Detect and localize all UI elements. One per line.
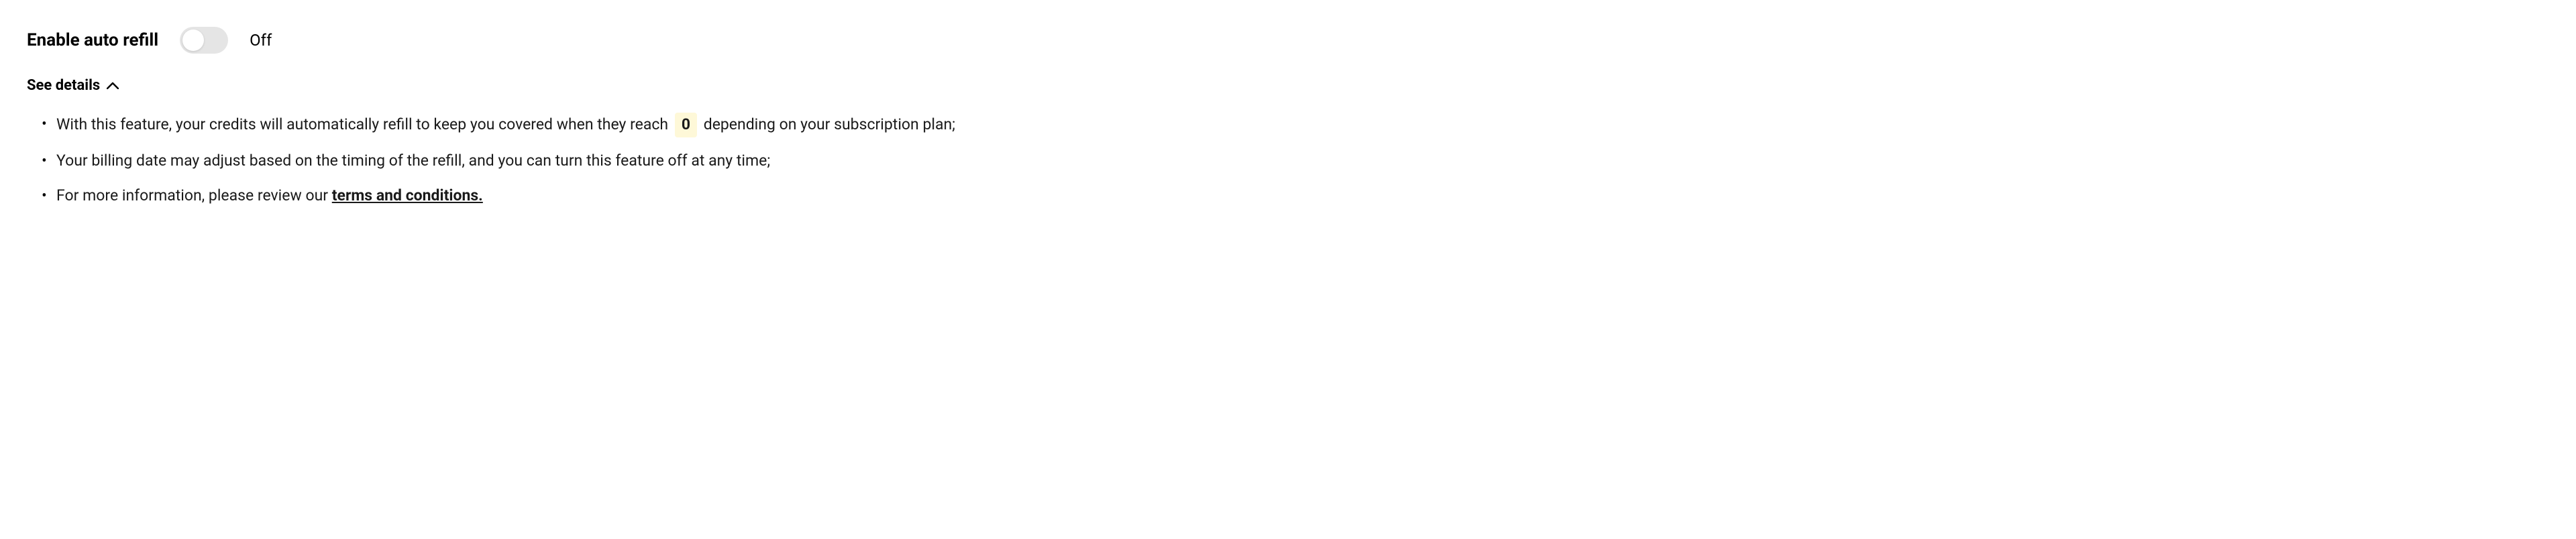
bullet1-prefix: With this feature, your credits will aut…	[56, 115, 672, 133]
see-details-toggle[interactable]: See details	[27, 74, 119, 97]
chevron-up-icon	[107, 82, 119, 89]
see-details-label: See details	[27, 74, 100, 97]
terms-and-conditions-link[interactable]: terms and conditions.	[332, 186, 483, 204]
toggle-state-label: Off	[250, 28, 272, 52]
auto-refill-title: Enable auto refill	[27, 27, 158, 54]
bullet1-suffix: depending on your subscription plan;	[700, 115, 955, 133]
list-item: For more information, please review our …	[42, 184, 2549, 208]
auto-refill-toggle[interactable]	[180, 27, 228, 54]
auto-refill-header: Enable auto refill Off	[27, 27, 2549, 54]
threshold-badge: 0	[675, 113, 697, 137]
list-item: With this feature, your credits will aut…	[42, 113, 2549, 137]
bullet2-text: Your billing date may adjust based on th…	[56, 152, 770, 170]
toggle-knob	[182, 29, 204, 51]
bullet3-prefix: For more information, please review our	[56, 186, 332, 204]
list-item: Your billing date may adjust based on th…	[42, 149, 2549, 173]
details-list: With this feature, your credits will aut…	[27, 113, 2549, 208]
